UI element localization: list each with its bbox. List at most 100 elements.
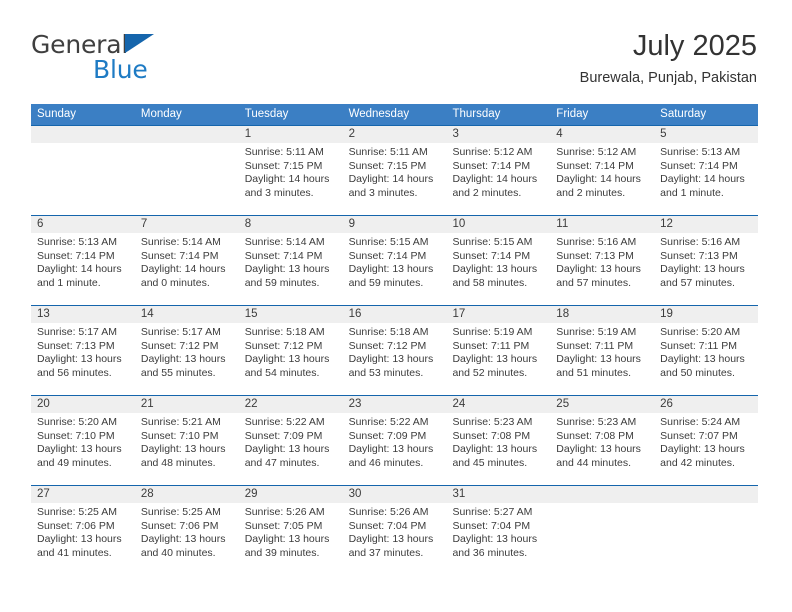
day-cell[interactable]	[31, 126, 135, 215]
day-number: 21	[134, 396, 239, 413]
week-row: 13 Sunrise: 5:17 AM Sunset: 7:13 PM Dayl…	[31, 305, 759, 395]
daylight-text: Daylight: 13 hours and 41 minutes.	[37, 533, 122, 559]
sunset-text: Sunset: 7:08 PM	[556, 429, 634, 442]
day-info: Sunrise: 5:25 AM Sunset: 7:06 PM Dayligh…	[31, 503, 135, 560]
sunset-text: Sunset: 7:11 PM	[660, 339, 738, 352]
day-cell[interactable]: 23 Sunrise: 5:22 AM Sunset: 7:09 PM Dayl…	[342, 396, 447, 485]
day-number: 11	[550, 216, 655, 233]
day-cell[interactable]: 16 Sunrise: 5:18 AM Sunset: 7:12 PM Dayl…	[342, 306, 447, 395]
sunset-text: Sunset: 7:14 PM	[452, 159, 531, 172]
day-info: Sunrise: 5:13 AM Sunset: 7:14 PM Dayligh…	[654, 143, 758, 200]
sunset-text: Sunset: 7:12 PM	[348, 339, 427, 352]
day-number: 23	[342, 396, 447, 413]
day-cell[interactable]: 29 Sunrise: 5:26 AM Sunset: 7:05 PM Dayl…	[238, 486, 343, 575]
day-cell[interactable]: 30 Sunrise: 5:26 AM Sunset: 7:04 PM Dayl…	[342, 486, 447, 575]
day-cell[interactable]: 8 Sunrise: 5:14 AM Sunset: 7:14 PM Dayli…	[238, 216, 343, 305]
sunrise-text: Sunrise: 5:15 AM	[348, 236, 429, 248]
sunset-text: Sunset: 7:14 PM	[37, 249, 115, 262]
day-cell[interactable]: 15 Sunrise: 5:18 AM Sunset: 7:12 PM Dayl…	[238, 306, 343, 395]
day-cell[interactable]: 26 Sunrise: 5:24 AM Sunset: 7:07 PM Dayl…	[654, 396, 759, 485]
day-info: Sunrise: 5:25 AM Sunset: 7:06 PM Dayligh…	[135, 503, 239, 560]
day-cell[interactable]: 22 Sunrise: 5:22 AM Sunset: 7:09 PM Dayl…	[238, 396, 343, 485]
sunset-text: Sunset: 7:08 PM	[452, 429, 531, 442]
daylight-text: Daylight: 13 hours and 51 minutes.	[556, 353, 641, 379]
day-number: 6	[31, 216, 135, 233]
day-cell[interactable]: 6 Sunrise: 5:13 AM Sunset: 7:14 PM Dayli…	[31, 216, 135, 305]
daylight-text: Daylight: 13 hours and 44 minutes.	[556, 443, 641, 469]
daylight-text: Daylight: 13 hours and 46 minutes.	[348, 443, 434, 469]
sunrise-text: Sunrise: 5:24 AM	[660, 416, 741, 428]
day-number: 13	[31, 306, 135, 323]
day-number	[550, 486, 655, 503]
day-cell[interactable]: 31 Sunrise: 5:27 AM Sunset: 7:04 PM Dayl…	[446, 486, 551, 575]
day-number: 30	[342, 486, 447, 503]
logo-secondary-text: Blue	[93, 55, 148, 84]
day-cell[interactable]: 14 Sunrise: 5:17 AM Sunset: 7:12 PM Dayl…	[134, 306, 239, 395]
daylight-text: Daylight: 13 hours and 50 minutes.	[660, 353, 745, 379]
day-cell[interactable]: 24 Sunrise: 5:23 AM Sunset: 7:08 PM Dayl…	[446, 396, 551, 485]
day-cell[interactable]: 18 Sunrise: 5:19 AM Sunset: 7:11 PM Dayl…	[550, 306, 655, 395]
day-number: 2	[342, 126, 447, 143]
sunrise-text: Sunrise: 5:18 AM	[244, 326, 325, 338]
sunset-text: Sunset: 7:14 PM	[140, 249, 219, 262]
day-number	[31, 126, 135, 143]
sunrise-text: Sunrise: 5:20 AM	[660, 326, 741, 338]
day-cell[interactable]: 2 Sunrise: 5:11 AM Sunset: 7:15 PM Dayli…	[342, 126, 447, 215]
general-blue-logo: General Blue	[31, 30, 251, 90]
day-cell[interactable]: 28 Sunrise: 5:25 AM Sunset: 7:06 PM Dayl…	[134, 486, 239, 575]
location-subtitle: Burewala, Punjab, Pakistan	[579, 70, 757, 86]
day-cell[interactable]: 19 Sunrise: 5:20 AM Sunset: 7:11 PM Dayl…	[654, 306, 759, 395]
daylight-text: Daylight: 13 hours and 59 minutes.	[348, 263, 434, 289]
sunrise-text: Sunrise: 5:11 AM	[244, 146, 324, 158]
calendar-grid: Sunday Monday Tuesday Wednesday Thursday…	[31, 104, 759, 575]
day-cell[interactable]: 13 Sunrise: 5:17 AM Sunset: 7:13 PM Dayl…	[31, 306, 135, 395]
day-cell[interactable]: 3 Sunrise: 5:12 AM Sunset: 7:14 PM Dayli…	[446, 126, 551, 215]
sunrise-text: Sunrise: 5:25 AM	[140, 506, 221, 518]
sunrise-text: Sunrise: 5:18 AM	[348, 326, 429, 338]
sunrise-text: Sunrise: 5:22 AM	[244, 416, 325, 428]
day-info: Sunrise: 5:12 AM Sunset: 7:14 PM Dayligh…	[550, 143, 654, 200]
sunset-text: Sunset: 7:13 PM	[37, 339, 115, 352]
day-info: Sunrise: 5:19 AM Sunset: 7:11 PM Dayligh…	[446, 323, 550, 380]
day-info: Sunrise: 5:18 AM Sunset: 7:12 PM Dayligh…	[343, 323, 447, 380]
day-number: 16	[342, 306, 447, 323]
sunset-text: Sunset: 7:05 PM	[244, 519, 323, 532]
weekday-sunday: Sunday	[37, 108, 77, 120]
sunset-text: Sunset: 7:07 PM	[660, 429, 738, 442]
day-cell[interactable]: 11 Sunrise: 5:16 AM Sunset: 7:13 PM Dayl…	[550, 216, 655, 305]
page-title: July 2025	[632, 30, 757, 62]
daylight-text: Daylight: 13 hours and 54 minutes.	[244, 353, 330, 379]
daylight-text: Daylight: 14 hours and 2 minutes.	[452, 173, 538, 199]
day-cell[interactable]: 12 Sunrise: 5:16 AM Sunset: 7:13 PM Dayl…	[654, 216, 759, 305]
day-cell[interactable]: 10 Sunrise: 5:15 AM Sunset: 7:14 PM Dayl…	[446, 216, 551, 305]
day-cell[interactable]: 5 Sunrise: 5:13 AM Sunset: 7:14 PM Dayli…	[654, 126, 759, 215]
day-cell[interactable]	[654, 486, 759, 575]
sunset-text: Sunset: 7:04 PM	[452, 519, 531, 532]
day-info: Sunrise: 5:17 AM Sunset: 7:13 PM Dayligh…	[31, 323, 135, 380]
sunset-text: Sunset: 7:15 PM	[348, 159, 427, 172]
day-number: 7	[134, 216, 239, 233]
day-info: Sunrise: 5:18 AM Sunset: 7:12 PM Dayligh…	[239, 323, 343, 380]
day-cell[interactable]: 21 Sunrise: 5:21 AM Sunset: 7:10 PM Dayl…	[134, 396, 239, 485]
week-row: 1 Sunrise: 5:11 AM Sunset: 7:15 PM Dayli…	[31, 125, 759, 215]
day-cell[interactable]	[134, 126, 239, 215]
day-cell[interactable]: 7 Sunrise: 5:14 AM Sunset: 7:14 PM Dayli…	[134, 216, 239, 305]
sunset-text: Sunset: 7:04 PM	[348, 519, 427, 532]
day-cell[interactable]: 25 Sunrise: 5:23 AM Sunset: 7:08 PM Dayl…	[550, 396, 655, 485]
daylight-text: Daylight: 13 hours and 55 minutes.	[140, 353, 226, 379]
daylight-text: Daylight: 13 hours and 49 minutes.	[37, 443, 122, 469]
day-cell[interactable]: 17 Sunrise: 5:19 AM Sunset: 7:11 PM Dayl…	[446, 306, 551, 395]
sunrise-text: Sunrise: 5:20 AM	[37, 416, 117, 428]
daylight-text: Daylight: 14 hours and 1 minute.	[660, 173, 745, 199]
day-cell[interactable]	[550, 486, 655, 575]
day-number	[134, 126, 239, 143]
day-cell[interactable]: 20 Sunrise: 5:20 AM Sunset: 7:10 PM Dayl…	[31, 396, 135, 485]
daylight-text: Daylight: 14 hours and 0 minutes.	[140, 263, 226, 289]
day-cell[interactable]: 4 Sunrise: 5:12 AM Sunset: 7:14 PM Dayli…	[550, 126, 655, 215]
sunset-text: Sunset: 7:09 PM	[244, 429, 323, 442]
day-cell[interactable]: 27 Sunrise: 5:25 AM Sunset: 7:06 PM Dayl…	[31, 486, 135, 575]
weekday-header-row: Sunday Monday Tuesday Wednesday Thursday…	[31, 104, 758, 125]
day-info: Sunrise: 5:14 AM Sunset: 7:14 PM Dayligh…	[135, 233, 239, 290]
day-cell[interactable]: 1 Sunrise: 5:11 AM Sunset: 7:15 PM Dayli…	[238, 126, 343, 215]
day-cell[interactable]: 9 Sunrise: 5:15 AM Sunset: 7:14 PM Dayli…	[342, 216, 447, 305]
